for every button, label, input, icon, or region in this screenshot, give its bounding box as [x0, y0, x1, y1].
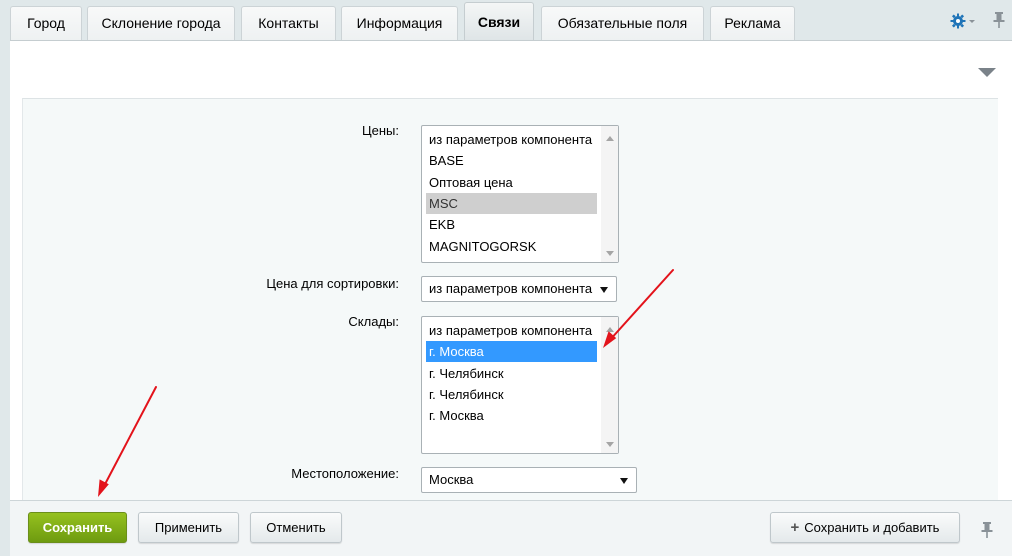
apply-button[interactable]: Применить — [138, 512, 239, 543]
save-and-add-label: Сохранить и добавить — [804, 520, 940, 535]
warehouses-option[interactable]: г. Челябинск — [426, 363, 597, 384]
form-section: Цены: из параметров компонента BASE Опто… — [22, 98, 998, 501]
plus-icon: + — [790, 519, 800, 536]
warehouses-label: Склады: — [348, 314, 399, 329]
prices-option[interactable]: Оптовая цена — [426, 172, 597, 193]
action-bar: Сохранить Применить Отменить + Сохранить … — [10, 500, 1012, 556]
tab-contacts[interactable]: Контакты — [241, 6, 336, 40]
prices-option[interactable]: BASE — [426, 150, 597, 171]
dropdown-arrow-icon — [600, 287, 608, 293]
tab-links[interactable]: Связи — [464, 2, 534, 40]
tab-ads[interactable]: Реклама — [710, 6, 795, 40]
prices-listbox[interactable]: из параметров компонента BASE Оптовая це… — [421, 125, 619, 263]
save-button[interactable]: Сохранить — [28, 512, 127, 543]
warehouses-listbox[interactable]: из параметров компонента г. Москва г. Че… — [421, 316, 619, 454]
cancel-button[interactable]: Отменить — [250, 512, 342, 543]
tab-information[interactable]: Информация — [341, 6, 458, 40]
prices-option[interactable]: из параметров компонента — [426, 129, 597, 150]
scroll-up-icon[interactable] — [606, 327, 614, 332]
scroll-down-icon[interactable] — [606, 442, 614, 447]
tab-required-fields[interactable]: Обязательные поля — [541, 6, 704, 40]
warehouses-option[interactable]: г. Москва — [426, 405, 597, 426]
dropdown-arrow-icon — [620, 478, 628, 484]
prices-option[interactable]: MAGNITOGORSK — [426, 236, 597, 257]
content-panel: Цены: из параметров компонента BASE Опто… — [10, 40, 1012, 501]
collapse-arrow-icon[interactable] — [978, 68, 996, 77]
sort-price-select[interactable]: из параметров компонента — [421, 276, 617, 302]
pin-icon[interactable] — [980, 521, 994, 539]
tab-city-declension[interactable]: Склонение города — [87, 6, 235, 40]
warehouses-option-selected[interactable]: г. Москва — [426, 341, 597, 362]
prices-scrollbar[interactable] — [601, 126, 618, 262]
sort-price-value: из параметров компонента — [429, 281, 593, 296]
pin-icon[interactable] — [992, 11, 1006, 29]
location-value: Москва — [429, 472, 474, 487]
gear-icon[interactable] — [950, 12, 976, 30]
prices-option-selected[interactable]: MSC — [426, 193, 597, 214]
sort-price-label: Цена для сортировки: — [266, 276, 399, 291]
scroll-down-icon[interactable] — [606, 251, 614, 256]
tab-city[interactable]: Город — [10, 6, 82, 40]
tab-bar: Город Склонение города Контакты Информац… — [0, 0, 1012, 40]
warehouses-scrollbar[interactable] — [601, 317, 618, 453]
warehouses-option[interactable]: из параметров компонента — [426, 320, 597, 341]
scroll-up-icon[interactable] — [606, 136, 614, 141]
location-label: Местоположение: — [291, 466, 399, 481]
prices-label: Цены: — [362, 123, 399, 138]
warehouses-option[interactable]: г. Челябинск — [426, 384, 597, 405]
location-select[interactable]: Москва — [421, 467, 637, 493]
prices-option[interactable]: EKB — [426, 214, 597, 235]
save-and-add-button[interactable]: + Сохранить и добавить — [770, 512, 960, 543]
